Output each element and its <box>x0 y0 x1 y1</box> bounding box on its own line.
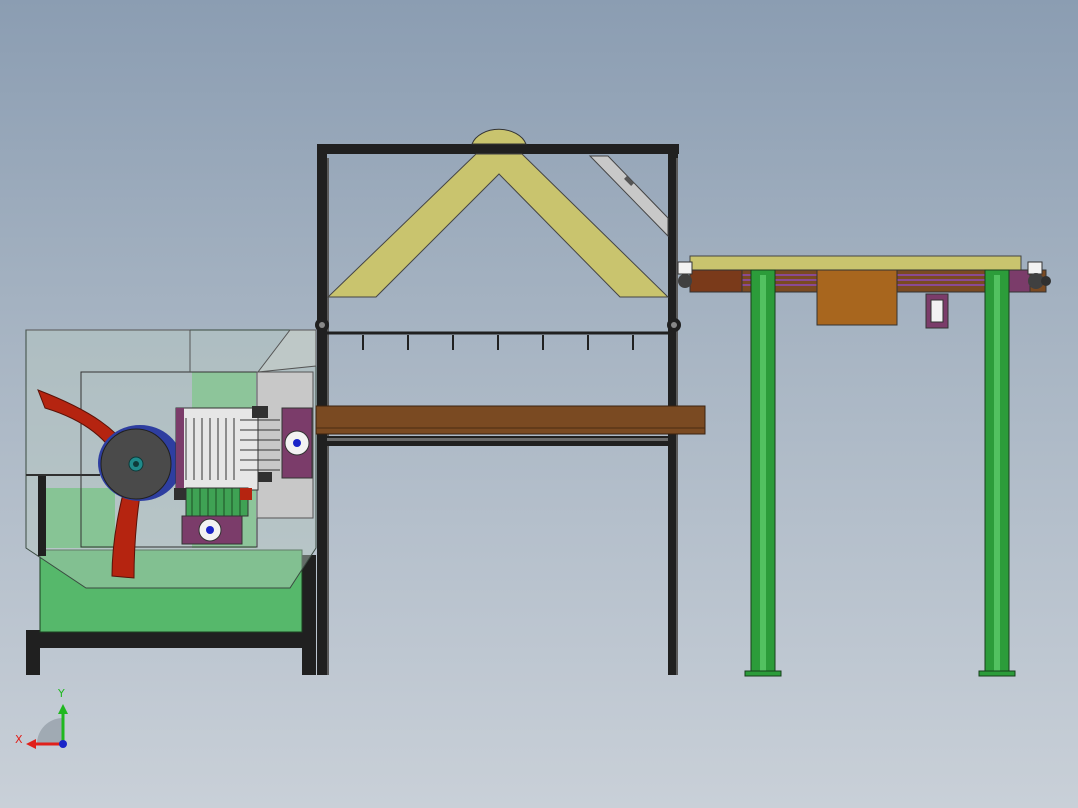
x-axis-label: X <box>15 733 23 746</box>
conveyor-top-plate <box>689 255 1022 271</box>
hopper-machine[interactable] <box>25 329 317 675</box>
right-roller-cap <box>1027 261 1043 275</box>
left-roller-cap <box>677 261 693 275</box>
cad-viewport[interactable]: Y X <box>0 0 1078 808</box>
right-conveyor[interactable] <box>677 255 1051 677</box>
conveyor-motor-box <box>816 269 898 326</box>
center-frame[interactable] <box>315 128 706 675</box>
y-axis-label: Y <box>58 687 65 700</box>
diagonal-strut <box>588 155 669 238</box>
top-pivot-cap <box>471 128 527 145</box>
center-conveyor-belt <box>315 405 706 435</box>
coordinate-triad <box>26 704 68 749</box>
cad-model-view[interactable] <box>0 0 1078 808</box>
hook-rail <box>315 318 681 350</box>
z-axis-dot <box>59 740 67 748</box>
